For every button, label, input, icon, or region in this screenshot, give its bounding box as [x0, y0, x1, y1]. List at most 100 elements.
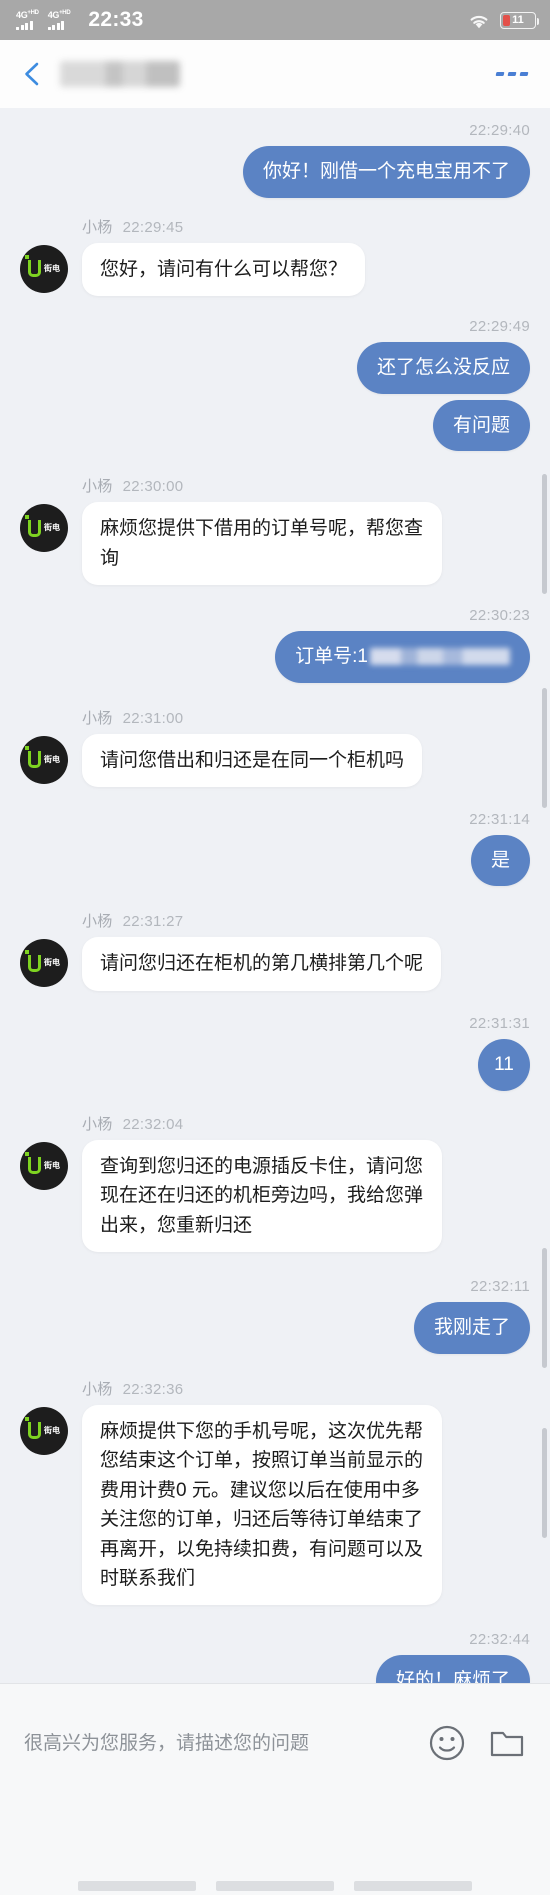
- avatar[interactable]: 街电: [20, 735, 68, 784]
- status-bar-right: 11: [467, 11, 539, 30]
- page-title: [60, 61, 180, 87]
- message-bubble-incoming[interactable]: 查询到您归还的电源插反卡住，请问您现在还在归还的机柜旁边吗，我给您弹出来，您重新…: [82, 1139, 442, 1253]
- status-bar-clock: 22:33: [88, 8, 144, 31]
- message-row-incoming: 街电 请问您归还在柜机的第几横排第几个呢: [20, 937, 530, 991]
- message-timestamp: 22:29:40: [469, 122, 530, 139]
- message-bubble-outgoing[interactable]: 还了怎么没反应: [356, 341, 530, 394]
- message-row-outgoing: 我刚走了: [20, 1302, 530, 1354]
- more-options-icon[interactable]: [495, 72, 529, 76]
- message-bubble-incoming[interactable]: 请问您借出和归还是在同一个柜机吗: [82, 733, 423, 787]
- network-type-label-2: 4G+HD: [47, 10, 71, 20]
- sender-name: 小杨: [82, 913, 113, 931]
- message-group: 22:30:23 订单号:1: [0, 607, 550, 683]
- avatar-brand-label: 街电: [44, 263, 60, 273]
- signal-bars-icon-1: [16, 21, 33, 30]
- message-timestamp: 22:32:36: [122, 1380, 184, 1398]
- message-group: 22:31:14 是: [0, 811, 550, 887]
- message-bubble-outgoing[interactable]: 订单号:1: [275, 630, 530, 683]
- avatar[interactable]: 街电: [20, 1141, 68, 1190]
- jiedian-logo-icon: [25, 1152, 41, 1175]
- message-row-outgoing: 11: [20, 1038, 530, 1091]
- avatar[interactable]: 街电: [20, 504, 68, 553]
- message-input[interactable]: 很高兴为您服务，请描述您的问题: [24, 1724, 428, 1755]
- message-timestamp: 22:32:44: [469, 1631, 530, 1649]
- message-group: 22:29:40 你好！刚借一个充电宝用不了: [0, 122, 550, 198]
- status-bar-left: 4G+HD 4G+HD 22:33: [16, 8, 144, 32]
- network-type-label-1: 4G+HD: [16, 10, 39, 20]
- message-timestamp: 22:31:31: [469, 1014, 530, 1032]
- jiedian-logo-icon: [25, 746, 41, 768]
- jiedian-logo-icon: [25, 1417, 41, 1440]
- emoji-smiley-icon[interactable]: [428, 1724, 466, 1762]
- signal-bars-icon-2: [47, 21, 65, 30]
- message-row-outgoing: 是: [20, 834, 530, 887]
- message-sender-meta: 小杨 22:32:04: [82, 1113, 530, 1134]
- message-row-incoming: 街电 麻烦您提供下借用的订单号呢，帮您查询: [20, 502, 530, 585]
- scrollbar-thumb[interactable]: [542, 1428, 547, 1538]
- signal-indicator-1: 4G+HD: [16, 10, 39, 30]
- message-row-outgoing: 订单号:1: [20, 630, 530, 683]
- message-bubble-incoming[interactable]: 麻烦您提供下借用的订单号呢，帮您查询: [82, 502, 442, 585]
- jiedian-logo-icon: [25, 949, 41, 972]
- battery-percent-label: 11: [512, 14, 524, 26]
- message-bubble-incoming[interactable]: 麻烦提供下您的手机号呢，这次优先帮您结束这个订单，按照订单当前显示的费用计费0 …: [82, 1404, 442, 1606]
- message-bubble-outgoing[interactable]: 你好！刚借一个充电宝用不了: [242, 146, 530, 198]
- folder-icon[interactable]: [488, 1724, 526, 1762]
- avatar-brand-label: 街电: [44, 1160, 60, 1170]
- input-bar-actions: [428, 1724, 526, 1762]
- avatar[interactable]: 街电: [20, 939, 68, 988]
- message-group: 小杨 22:32:04 街电 查询到您归还的电源插反卡住，请问您现在还在归还的机柜…: [0, 1113, 550, 1253]
- message-group: 22:29:49 还了怎么没反应: [0, 318, 550, 394]
- message-row-outgoing: 你好！刚借一个充电宝用不了: [20, 146, 530, 198]
- avatar-brand-label: 街电: [44, 1425, 60, 1435]
- message-group: 小杨 22:30:00 街电 麻烦您提供下借用的订单号呢，帮您查询: [0, 475, 550, 585]
- message-sender-meta: 小杨 22:30:00: [82, 475, 530, 496]
- message-group: 小杨 22:31:00 街电 请问您借出和归还是在同一个柜机吗: [0, 707, 550, 787]
- message-sender-meta: 小杨 22:31:27: [82, 910, 530, 931]
- scrollbar-thumb[interactable]: [542, 688, 547, 808]
- message-timestamp: 22:31:00: [122, 709, 184, 727]
- avatar-brand-label: 街电: [44, 754, 60, 764]
- message-row-outgoing: 有问题: [20, 399, 530, 452]
- message-sender-meta: 小杨 22:31:00: [82, 707, 530, 728]
- message-timestamp: 22:30:00: [122, 478, 184, 496]
- message-timestamp: 22:32:04: [122, 1115, 184, 1133]
- message-group: 22:31:31 11: [0, 1015, 550, 1091]
- message-row-outgoing: 还了怎么没反应: [20, 341, 530, 394]
- message-row-incoming: 街电 查询到您归还的电源插反卡住，请问您现在还在归还的机柜旁边吗，我给您弹出来，…: [20, 1139, 530, 1253]
- message-row-outgoing: 好的！麻烦了: [20, 1655, 530, 1683]
- message-group: 22:32:11 我刚走了: [0, 1278, 550, 1354]
- message-bubble-outgoing[interactable]: 有问题: [432, 399, 530, 452]
- message-bubble-incoming[interactable]: 请问您归还在柜机的第几横排第几个呢: [82, 937, 442, 991]
- scrollbar-thumb[interactable]: [542, 1248, 547, 1368]
- jiedian-logo-icon: [25, 514, 41, 537]
- message-group: 有问题: [0, 399, 550, 452]
- sender-name: 小杨: [82, 1380, 113, 1398]
- message-row-incoming: 街电 请问您借出和归还是在同一个柜机吗: [20, 733, 530, 787]
- message-bubble-outgoing[interactable]: 我刚走了: [413, 1302, 530, 1354]
- message-bubble-incoming[interactable]: 您好，请问有什么可以帮您？: [82, 242, 366, 296]
- back-chevron-icon[interactable]: [20, 61, 46, 87]
- message-group: 小杨 22:32:36 街电 麻烦提供下您的手机号呢，这次优先帮您结束这个订单，按…: [0, 1378, 550, 1606]
- scrollbar-thumb[interactable]: [542, 474, 547, 594]
- redacted-order-number: [370, 647, 510, 665]
- avatar[interactable]: 街电: [20, 244, 68, 293]
- sender-name: 小杨: [82, 709, 113, 727]
- avatar-brand-label: 街电: [44, 958, 60, 968]
- message-sender-meta: 小杨 22:29:45: [82, 216, 530, 237]
- chat-message-list[interactable]: 22:29:40 你好！刚借一个充电宝用不了 小杨 22:29:45 街电 您好，…: [0, 108, 550, 1683]
- avatar[interactable]: 街电: [20, 1406, 68, 1455]
- sender-name: 小杨: [82, 218, 113, 236]
- avatar-brand-label: 街电: [44, 523, 60, 533]
- message-timestamp: 22:31:27: [122, 913, 184, 931]
- nav-bar: [0, 40, 550, 108]
- message-timestamp: 22:29:49: [469, 317, 530, 335]
- message-bubble-outgoing[interactable]: 11: [478, 1038, 530, 1091]
- message-timestamp: 22:29:45: [122, 218, 184, 236]
- message-bubble-outgoing[interactable]: 好的！麻烦了: [375, 1655, 530, 1683]
- jiedian-logo-icon: [25, 255, 41, 278]
- message-bubble-outgoing[interactable]: 是: [470, 834, 530, 887]
- message-row-incoming: 街电 麻烦提供下您的手机号呢，这次优先帮您结束这个订单，按照订单当前显示的费用计…: [20, 1404, 530, 1606]
- battery-icon: 11: [500, 11, 539, 29]
- sender-name: 小杨: [82, 1115, 113, 1133]
